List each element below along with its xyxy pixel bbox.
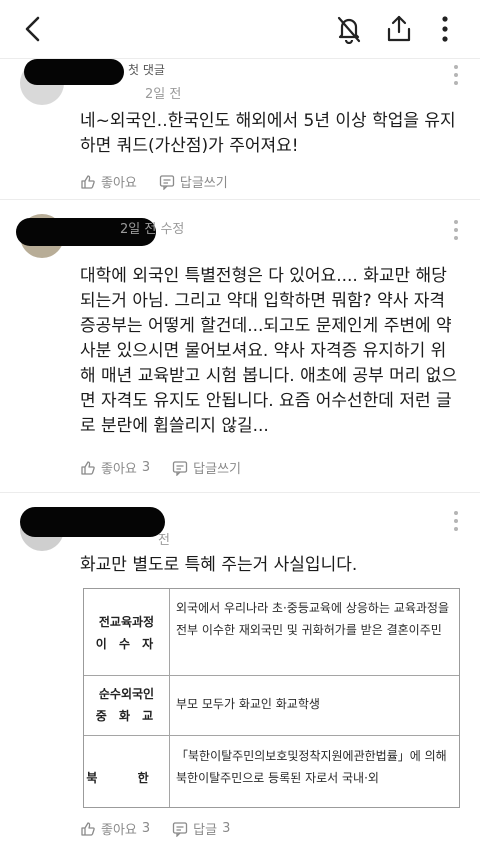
table-header-cell: 순수외국인 중 화 교 — [84, 675, 170, 735]
thumbs-up-icon — [81, 174, 95, 189]
reply-label: 답글 — [193, 823, 218, 838]
comment-actions: 좋아요 3 답글쓰기 — [80, 458, 263, 477]
table-row: 순수외국인 중 화 교 부모 모두가 화교인 화교학생 — [84, 675, 459, 736]
header-line: 북 한 — [86, 771, 167, 785]
top-bar — [0, 0, 480, 58]
header-line: 이 수 자 — [95, 637, 158, 651]
share-icon[interactable] — [384, 14, 414, 48]
reply-button[interactable]: 답글쓰기 — [159, 172, 228, 191]
comment-text: 화교만 별도로 특혜 주는거 사실입니다. — [80, 555, 358, 575]
table-header-cell: 전교육과정 이 수 자 — [84, 589, 170, 675]
comment-meta: 2일 전 수정 — [120, 222, 185, 237]
comment-meta: 전 — [158, 533, 170, 548]
comment-text: 네~외국인..한국인도 해외에서 5년 이상 학업을 유지 하면 쿼드(가산점)… — [80, 111, 456, 156]
comment-item: 첫 댓글 2일 전 네~외국인..한국인도 해외에서 5년 이상 학업을 유지 … — [0, 59, 480, 199]
header-line: 중 화 교 — [95, 709, 158, 723]
reply-label: 답글쓰기 — [179, 176, 228, 191]
comment-text: 대학에 외국인 특별전형은 다 있어요.... 화교만 해당되는거 아님. 그리… — [80, 266, 458, 436]
reply-label: 답글쓰기 — [193, 462, 242, 477]
more-vertical-icon[interactable] — [454, 220, 458, 244]
reply-button[interactable]: 답글쓰기 — [172, 458, 241, 477]
thumbs-up-icon — [81, 460, 95, 475]
comment-icon — [173, 821, 188, 837]
comment-meta: 2일 전 — [145, 87, 182, 102]
comment-actions: 좋아요 3 답글 3 — [80, 819, 252, 838]
table-row: 북 한 「북한이탈주민의보호및정착지원에관한법률」에 의해 북한이탈주민으로 등… — [84, 735, 459, 807]
table-row: 전교육과정 이 수 자 외국에서 우리나라 초·중등교육에 상응하는 교육과정을… — [84, 589, 459, 676]
table-content-cell: 「북한이탈주민의보호및정착지원에관한법률」에 의해 북한이탈주민으로 등록된 자… — [176, 749, 447, 785]
bell-off-icon[interactable] — [334, 14, 364, 48]
thumbs-up-icon — [81, 821, 95, 836]
like-label: 좋아요 — [101, 462, 137, 477]
redaction-mark — [20, 507, 165, 537]
like-button[interactable]: 좋아요 — [80, 172, 137, 191]
like-label: 좋아요 — [101, 823, 137, 838]
first-comment-badge: 첫 댓글 — [128, 63, 165, 77]
header-line: 전교육과정 — [98, 615, 155, 629]
reply-count: 3 — [222, 821, 231, 836]
redaction-mark — [24, 59, 124, 85]
like-label: 좋아요 — [101, 176, 137, 191]
comment-icon — [159, 174, 175, 190]
reply-button[interactable]: 답글 3 — [172, 819, 230, 838]
more-vertical-icon[interactable] — [454, 65, 458, 89]
header-line: 순수외국인 — [98, 687, 155, 701]
table-content-cell: 외국에서 우리나라 초·중등교육에 상응하는 교육과정을 전부 이수한 재외국민… — [176, 601, 449, 637]
comment-item: 2일 전 수정 대학에 외국인 특별전형은 다 있어요.... 화교만 해당되는… — [0, 200, 480, 490]
attached-table-image[interactable]: 전교육과정 이 수 자 외국에서 우리나라 초·중등교육에 상응하는 교육과정을… — [83, 588, 460, 808]
like-button[interactable]: 좋아요 3 — [80, 819, 150, 838]
like-button[interactable]: 좋아요 3 — [80, 458, 150, 477]
more-vertical-icon[interactable] — [454, 511, 458, 535]
comment-actions: 좋아요 답글쓰기 — [80, 172, 250, 191]
table-content-cell: 부모 모두가 화교인 화교학생 — [176, 697, 320, 711]
like-count: 3 — [141, 821, 151, 836]
like-count: 3 — [141, 460, 151, 475]
comment-icon — [173, 460, 188, 476]
table-header-cell: 북 한 — [84, 735, 170, 807]
more-vertical-icon[interactable] — [440, 14, 450, 48]
chevron-left-icon[interactable] — [20, 14, 46, 48]
